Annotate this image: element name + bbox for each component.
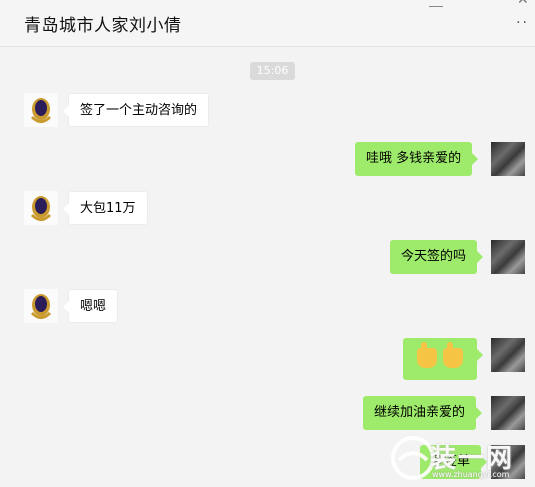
message-bubble-right: 哇哦 多钱亲爱的 [355, 142, 479, 176]
avatar[interactable] [24, 289, 58, 323]
emblem-icon [24, 191, 58, 225]
message-bubble-left: 大包11万 [63, 191, 148, 225]
chat-header: 青岛城市人家刘小倩 ✕ ·· [0, 0, 535, 47]
minimize-icon[interactable] [429, 0, 443, 7]
watermark-url: www.zhuangyi.com [432, 470, 510, 479]
timestamp-badge: 15:06 [250, 62, 295, 80]
message-bubble-left: 签了一个主动咨询的 [62, 93, 210, 127]
message-bubble-left: 嗯嗯 [62, 289, 119, 323]
thumbs-up-icon [443, 341, 463, 368]
avatar[interactable] [24, 93, 58, 127]
message-bubble-right [403, 338, 483, 380]
avatar[interactable] [491, 240, 525, 274]
close-icon[interactable]: ✕ [517, 0, 529, 8]
more-options-icon[interactable]: ·· [516, 16, 529, 30]
avatar[interactable] [491, 142, 525, 176]
avatar[interactable] [24, 191, 58, 225]
emblem-icon [24, 289, 58, 323]
message-bubble-right: 继续加油亲爱的 [363, 396, 483, 430]
avatar[interactable] [491, 396, 525, 430]
emblem-icon [24, 93, 58, 127]
avatar[interactable] [491, 338, 525, 372]
chat-title: 青岛城市人家刘小倩 [24, 16, 182, 36]
message-bubble-right: 今天签的吗 [390, 240, 484, 274]
thumbs-up-icon [417, 341, 437, 368]
